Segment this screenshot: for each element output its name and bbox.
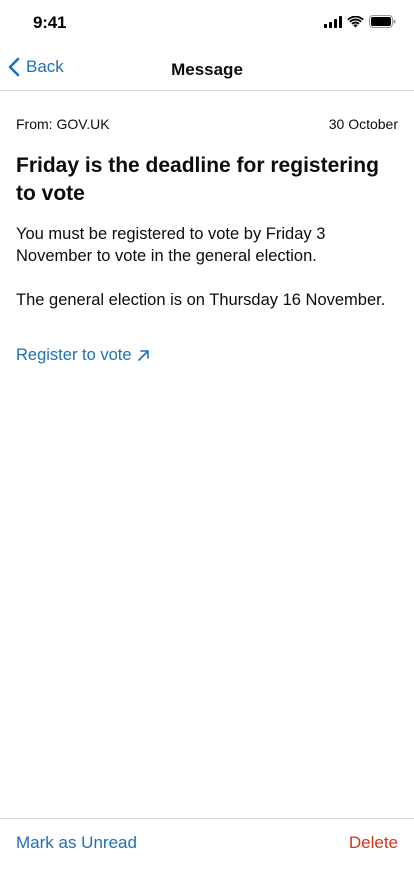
external-arrow-icon	[137, 350, 149, 361]
delete-button[interactable]: Delete	[349, 833, 398, 853]
mark-as-unread-button[interactable]: Mark as Unread	[16, 833, 137, 853]
navigation-bar: Back Message	[0, 46, 414, 91]
signal-icon	[324, 15, 342, 28]
message-date: 30 October	[328, 116, 398, 132]
message-sender: From: GOV.UK	[16, 116, 110, 132]
status-icons	[324, 15, 396, 28]
wifi-icon	[347, 15, 364, 27]
register-to-vote-link[interactable]: Register to vote	[16, 346, 150, 365]
message-paragraph: The general election is on Thursday 16 N…	[16, 291, 386, 309]
message-paragraph: You must be registered to vote by Friday…	[16, 225, 326, 265]
message-meta: From: GOV.UK 30 October	[16, 116, 398, 132]
register-link-label: Register to vote	[16, 346, 132, 364]
battery-icon	[369, 15, 396, 28]
bottom-toolbar: Mark as Unread Delete	[0, 818, 414, 896]
status-time: 9:41	[33, 13, 67, 32]
message-title: Friday is the deadline for registering t…	[16, 154, 379, 205]
page-title: Message	[171, 60, 243, 79]
message-screen: 9:41 Back Message From: GOV.UK 30 Octobe…	[0, 0, 414, 896]
status-bar: 9:41	[0, 0, 414, 46]
